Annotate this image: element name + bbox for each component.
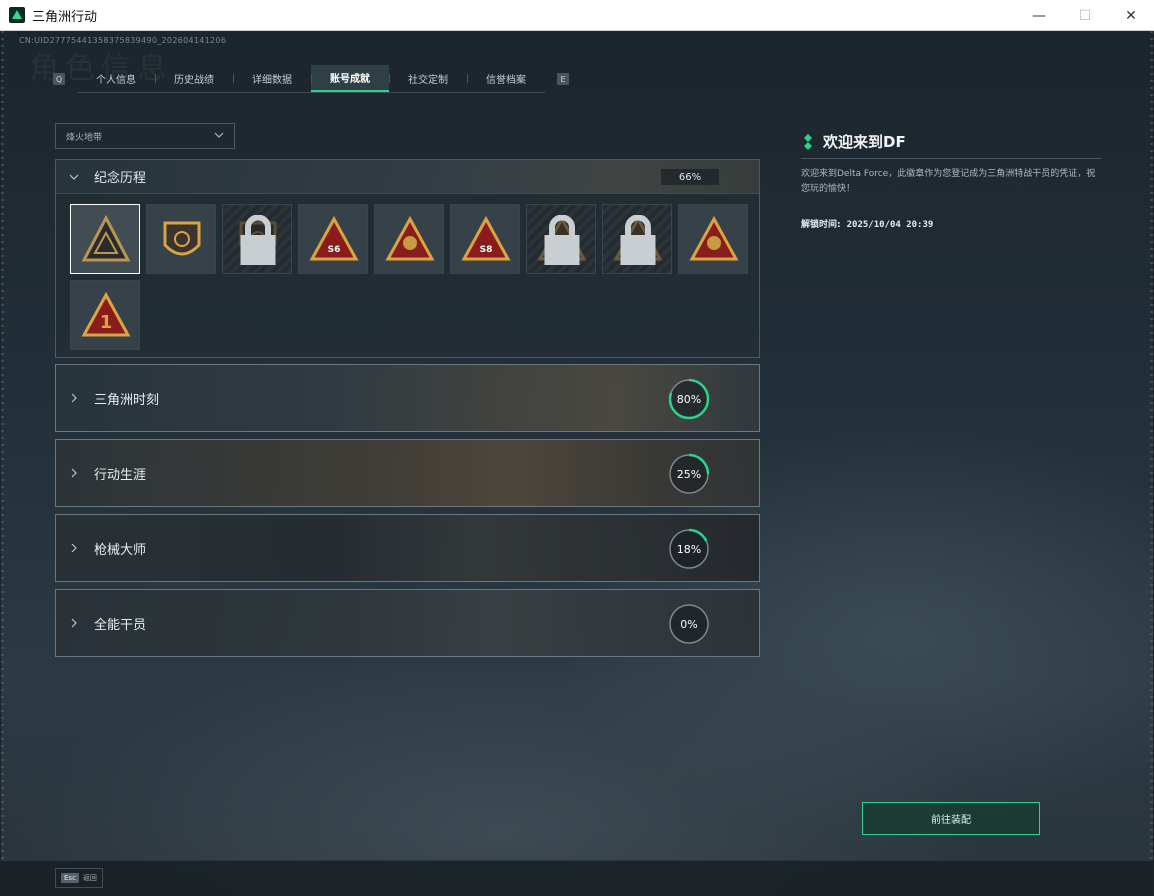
category-label: 枪械大师 [94, 542, 147, 558]
s6-diamond-icon: S6 [309, 215, 359, 261]
tab-4[interactable]: 账号成就 [311, 65, 389, 92]
prev-tab-key-hint[interactable]: Q [53, 73, 65, 85]
badge-dark-emblem[interactable] [222, 204, 292, 274]
commemorative-header[interactable]: 纪念历程 66% [56, 160, 759, 194]
helicopter-icon [163, 221, 201, 256]
right-edge-decoration [1150, 31, 1153, 895]
info-divider [801, 158, 1101, 159]
lock-icon [240, 215, 276, 265]
diamond-marker-icon [804, 133, 812, 150]
back-label: 返回 [82, 874, 97, 882]
tab-2[interactable]: 历史战绩 [155, 65, 233, 92]
badge-number-one[interactable]: 1 [70, 280, 140, 350]
svg-text:1: 1 [100, 312, 113, 333]
tab-6[interactable]: 信誉档案 [467, 65, 545, 92]
tab-bar: Q 个人信息 历史战绩 详细数据 账号成就 社交定制 信誉档案 E [53, 65, 569, 93]
badge-title-text: 欢迎来到DF [823, 133, 906, 151]
unlock-time-value: 2025/10/04 20:39 [846, 220, 934, 230]
go-equip-button[interactable]: 前往装配 [862, 802, 1040, 835]
unlock-time-row: 解锁时间: 2025/10/04 20:39 [801, 217, 933, 230]
category-percent: 25% [676, 467, 702, 481]
esc-key-hint: Esc [61, 873, 79, 883]
lantern-icon [385, 215, 435, 261]
category-percent: 18% [676, 542, 702, 556]
badge-description: 欢迎来到Delta Force，此徽章作为您登记成为三角洲特战干员的凭证，祝您玩… [801, 169, 1096, 194]
badge-s6-diamond[interactable]: S6 [298, 204, 368, 274]
chevron-down-icon [214, 132, 224, 138]
category-percent: 0% [680, 617, 698, 631]
badge-operator-portrait[interactable] [526, 204, 596, 274]
mode-filter-dropdown[interactable]: 烽火地带 [55, 123, 235, 149]
tab-3[interactable]: 详细数据 [233, 65, 311, 92]
badge-skull-crossed[interactable] [602, 204, 672, 274]
commemorative-percent: 66% [661, 169, 719, 185]
window-controls: — ☐ ✕ [1016, 0, 1154, 31]
badge-s8-tower[interactable]: S8 [450, 204, 520, 274]
app-logo-icon [9, 7, 25, 23]
badge-delta-emblem[interactable] [70, 204, 140, 274]
chevron-down-icon [69, 174, 79, 180]
badge-helicopter[interactable] [146, 204, 216, 274]
close-button[interactable]: ✕ [1108, 0, 1154, 31]
next-tab-key-hint[interactable]: E [557, 73, 569, 85]
tab-5[interactable]: 社交定制 [389, 65, 467, 92]
category-row-1[interactable]: 三角洲时刻 80% [55, 364, 760, 432]
commemorative-panel: 纪念历程 66% S6 S8 1 [55, 159, 760, 358]
category-label: 行动生涯 [94, 467, 147, 483]
mode-filter-value: 烽火地带 [66, 132, 103, 143]
sunrise-boat-icon [689, 215, 739, 261]
maximize-button[interactable]: ☐ [1062, 0, 1108, 31]
lock-icon [620, 215, 656, 265]
s8-tower-icon: S8 [461, 215, 511, 261]
window-titlebar: 三角洲行动 — ☐ ✕ [0, 0, 1154, 31]
number-one-icon: 1 [81, 291, 131, 337]
category-label: 三角洲时刻 [94, 392, 160, 408]
window-title: 三角洲行动 [32, 9, 98, 25]
badge-sunrise-boat[interactable] [678, 204, 748, 274]
svg-text:S6: S6 [328, 245, 341, 255]
minimize-button[interactable]: — [1016, 0, 1062, 31]
commemorative-label: 纪念历程 [94, 171, 147, 186]
user-uid: CN:UID2777544135837583949​0_202604141206 [19, 36, 227, 45]
game-viewport: 角色信息 CN:UID2777544135837583949​0_2026041… [1, 31, 1153, 895]
category-label: 全能干员 [94, 617, 147, 633]
badge-detail-title: 欢迎来到DF [803, 131, 906, 152]
left-edge-decoration [1, 31, 4, 895]
chevron-right-icon [71, 393, 77, 403]
badge-lantern[interactable] [374, 204, 444, 274]
unlock-time-label: 解锁时间: [801, 220, 841, 230]
category-row-3[interactable]: 枪械大师 18% [55, 514, 760, 582]
delta-emblem-icon [81, 215, 131, 262]
chevron-right-icon [71, 543, 77, 553]
chevron-right-icon [71, 618, 77, 628]
category-row-4[interactable]: 全能干员 0% [55, 589, 760, 657]
chevron-right-icon [71, 468, 77, 478]
svg-text:S8: S8 [480, 245, 493, 255]
tab-1[interactable]: 个人信息 [77, 65, 155, 92]
category-percent: 80% [676, 392, 702, 406]
lock-icon [544, 215, 580, 265]
category-row-2[interactable]: 行动生涯 25% [55, 439, 760, 507]
tab-list: 个人信息 历史战绩 详细数据 账号成就 社交定制 信誉档案 [77, 65, 545, 93]
back-button[interactable]: Esc 返回 [55, 868, 103, 888]
bottom-bar: Esc 返回 [1, 860, 1153, 895]
